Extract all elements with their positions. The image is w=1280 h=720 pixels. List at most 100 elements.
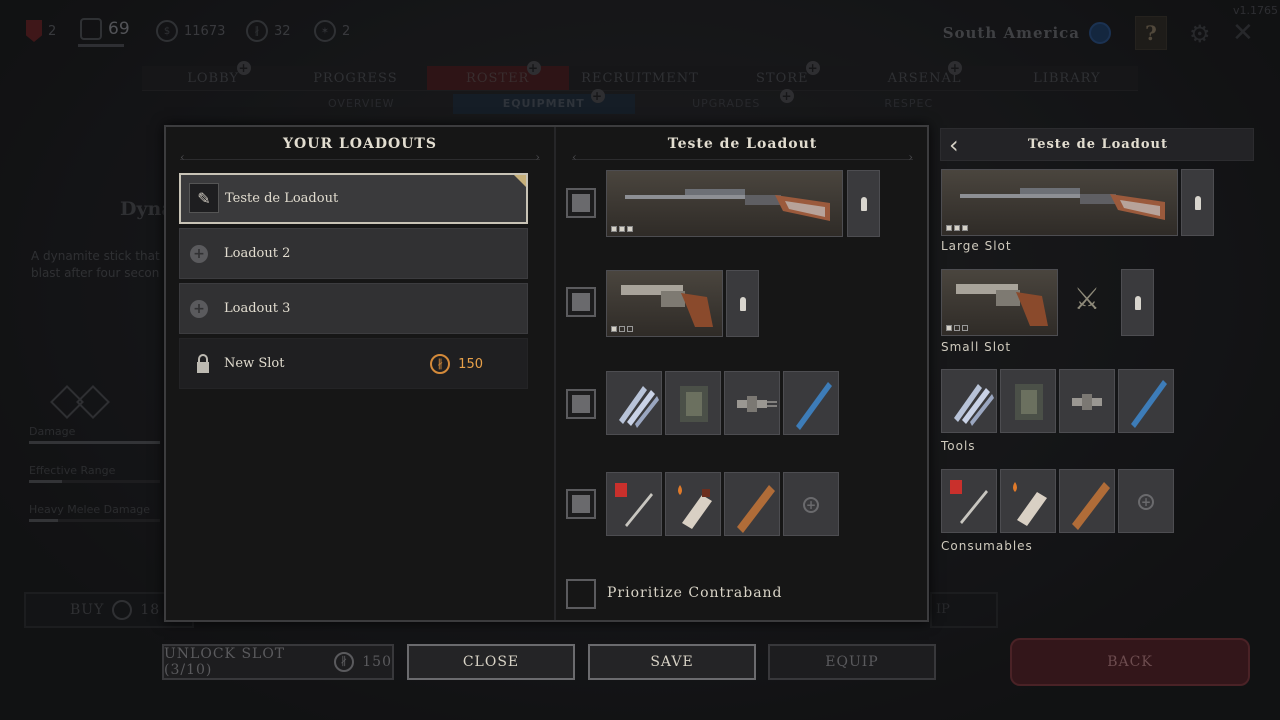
divider [180, 150, 540, 164]
preview-tool [1059, 369, 1115, 433]
small-slot-label: Small Slot [941, 340, 1012, 354]
antidote-shot-icon [615, 483, 653, 527]
tool-slot[interactable] [724, 371, 780, 435]
tier-pips [611, 326, 633, 332]
blood-bond-icon: ∦ [334, 652, 355, 672]
loadout-thumbnail-icon: ✎ [189, 183, 219, 213]
checkbox-fill [572, 495, 590, 513]
unlock-cost-value: 150 [362, 654, 392, 670]
loadout-name: New Slot [224, 356, 285, 371]
checkbox-fill [572, 194, 590, 212]
small-weapon-slot[interactable] [606, 270, 723, 337]
loadout-item[interactable]: + Loadout 3 [179, 283, 528, 334]
checkbox-fill [572, 293, 590, 311]
antidote-shot-icon [950, 480, 988, 524]
preview-header: ‹ Teste de Loadout [940, 128, 1254, 161]
tools-checkbox[interactable] [566, 389, 596, 419]
fire-bomb-icon [678, 485, 712, 529]
consumable-slot[interactable] [606, 472, 662, 536]
knife-icon [1131, 380, 1167, 428]
prioritize-contraband-label: Prioritize Contraband [607, 585, 783, 601]
checkbox-fill [572, 395, 590, 413]
loadout-modal: YOUR LOADOUTS ✎ Teste de Loadout + Loado… [164, 125, 929, 622]
dynamite-stick-icon [737, 485, 775, 533]
preview-title: Teste de Loadout [1028, 137, 1168, 152]
consumable-slot[interactable] [724, 472, 780, 536]
blood-bond-icon: ∦ [430, 354, 451, 374]
add-icon: + [803, 497, 819, 513]
preview-consumable [1000, 469, 1056, 533]
divider [572, 150, 913, 164]
save-label: SAVE [650, 654, 694, 670]
equip-button[interactable]: EQUIP [768, 644, 936, 680]
large-slot-checkbox[interactable] [566, 188, 596, 218]
close-label: CLOSE [462, 654, 520, 670]
loadout-item-selected[interactable]: ✎ Teste de Loadout [179, 173, 528, 224]
large-weapon-slot[interactable] [606, 170, 843, 237]
add-icon: + [190, 300, 208, 318]
preview-tool [1000, 369, 1056, 433]
dynamite-stick-icon [1072, 482, 1110, 530]
add-icon: + [190, 245, 208, 263]
loadout-name: Loadout 3 [224, 301, 291, 316]
preview-consumable [1059, 469, 1115, 533]
back-button[interactable]: BACK [1010, 638, 1250, 686]
throwing-knives-icon [954, 384, 994, 426]
unlock-slot-button[interactable]: UNLOCK SLOT (3/10) ∦ 150 [162, 644, 394, 680]
alert-trip-mine-icon [1072, 394, 1102, 410]
consumable-slot[interactable] [665, 472, 721, 536]
back-label: BACK [1107, 654, 1153, 670]
bullet-icon [1194, 195, 1201, 210]
small-ammo-slot[interactable] [726, 270, 759, 337]
tier-pips [611, 226, 633, 232]
throwing-knives-icon [619, 386, 659, 428]
tool-slot[interactable] [606, 371, 662, 435]
corner-marker [514, 175, 526, 187]
equip-label: EQUIP [825, 654, 879, 670]
unlock-cost: ∦ 150 [334, 652, 392, 672]
consumables-label: Consumables [941, 539, 1033, 553]
revolver-icon [956, 284, 1048, 326]
slot-cost: ∦ 150 [430, 354, 483, 374]
revolver-icon [621, 285, 713, 327]
loadouts-column: YOUR LOADOUTS ✎ Teste de Loadout + Loado… [166, 127, 556, 620]
dual-wield-icon: ⚔ [1073, 281, 1101, 317]
locked-slot[interactable]: New Slot ∦ 150 [179, 338, 528, 389]
tools-label: Tools [941, 439, 976, 453]
preview-small-ammo [1121, 269, 1154, 336]
loadout-name: Loadout 2 [224, 246, 291, 261]
preview-tool [1118, 369, 1174, 433]
medkit-icon [680, 386, 708, 422]
loadout-name: Teste de Loadout [225, 191, 339, 206]
consumables-checkbox[interactable] [566, 489, 596, 519]
preview-tool [941, 369, 997, 433]
loadouts-title: YOUR LOADOUTS [283, 136, 437, 152]
close-button[interactable]: CLOSE [407, 644, 575, 680]
bullet-icon [1134, 295, 1141, 310]
prioritize-contraband-checkbox[interactable] [566, 579, 596, 609]
loadout-item[interactable]: + Loadout 2 [179, 228, 528, 279]
tool-slot[interactable] [783, 371, 839, 435]
tool-slot[interactable] [665, 371, 721, 435]
alert-trip-mine-icon [737, 396, 777, 412]
large-slot-label: Large Slot [941, 239, 1012, 253]
rifle-icon [960, 188, 1165, 220]
save-button[interactable]: SAVE [588, 644, 756, 680]
bullet-icon [860, 196, 867, 211]
preview-large-weapon [941, 169, 1178, 236]
rifle-icon [625, 189, 830, 221]
add-icon: + [1138, 494, 1154, 510]
loadout-detail-column: Teste de Loadout ‹ › + Prioritize Contra… [558, 127, 927, 620]
loadout-detail-title: Teste de Loadout [667, 136, 818, 152]
medkit-icon [1015, 384, 1043, 420]
unlock-slot-label: UNLOCK SLOT (3/10) [164, 646, 286, 678]
knife-icon [796, 382, 832, 430]
large-ammo-slot[interactable] [847, 170, 880, 237]
preview-large-ammo [1181, 169, 1214, 236]
empty-consumable-slot[interactable]: + [783, 472, 839, 536]
lock-icon [190, 351, 216, 377]
small-slot-checkbox[interactable] [566, 287, 596, 317]
bullet-icon [739, 296, 746, 311]
tier-pips [946, 225, 968, 231]
tier-pips [946, 325, 968, 331]
